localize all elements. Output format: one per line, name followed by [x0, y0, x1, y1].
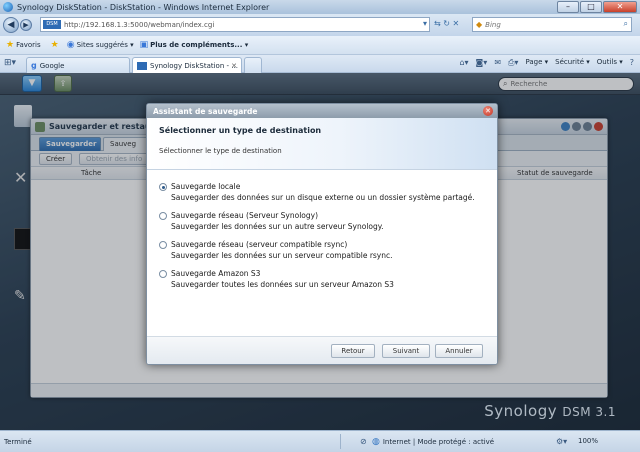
synology-brand-logo: Synology DSM 3.1	[484, 402, 616, 420]
ie-title-bar: Synology DiskStation - DiskStation - Win…	[0, 0, 640, 14]
command-bar: ⌂▾ ◙▾ ✉ ⎙▾ Page ▾ Sécurité ▾ Outils ▾ ?	[459, 58, 634, 68]
zone-text: Internet | Mode protégé : activé	[382, 438, 495, 446]
search-icon[interactable]: ⌕	[624, 19, 628, 29]
back-button[interactable]: Retour	[331, 344, 375, 358]
option-label: Sauvegarde locale	[171, 182, 241, 191]
add-favorite-button[interactable]: ★	[51, 40, 61, 50]
option-label: Sauvegarde réseau (Serveur Synology)	[171, 211, 319, 220]
security-menu[interactable]: Sécurité ▾	[555, 58, 590, 68]
back-button[interactable]: ◀	[3, 17, 19, 33]
address-toolbar: ◀ ▶ DSM http://192.168.1.3:5000/webman/i…	[0, 14, 640, 36]
radio-local-backup[interactable]	[159, 183, 167, 191]
feeds-icon[interactable]: ◙▾	[476, 58, 488, 68]
radio-network-rsync[interactable]	[159, 241, 167, 249]
page-menu[interactable]: Page ▾	[525, 58, 548, 68]
tools-menu[interactable]: Outils ▾	[597, 58, 623, 68]
bing-search-input[interactable]	[485, 20, 606, 29]
radio-amazon-s3[interactable]	[159, 270, 167, 278]
mail-icon[interactable]: ✉	[494, 58, 501, 68]
wizard-subheading: Sélectionner le type de destination	[159, 147, 282, 155]
add-favorite-icon: ★	[50, 40, 59, 50]
status-text: Terminé	[4, 438, 32, 446]
tab-bar: ⊞▾ g Google Synology DiskStation - ... ✕…	[0, 55, 640, 73]
globe-icon: ◍	[372, 437, 380, 447]
address-url[interactable]: http://192.168.1.3:5000/webman/index.cgi	[64, 21, 214, 29]
synology-favicon-icon	[137, 61, 147, 70]
dsm-desktop: ▼ ⇪ ⌕ ✕ ✎ Sauvegarder et restaurer Sauve…	[0, 73, 640, 430]
next-button[interactable]: Suivant	[382, 344, 430, 358]
home-icon[interactable]: ⌂▾	[459, 58, 468, 68]
security-zone[interactable]: ◍ Internet | Mode protégé : activé	[372, 437, 494, 447]
backup-wizard-dialog: Assistant de sauvegarde ✕ Sélectionner u…	[146, 103, 498, 365]
page-settings-icon[interactable]: ⚙▾	[556, 437, 567, 446]
new-tab-button[interactable]	[244, 57, 262, 73]
brand-version: DSM 3.1	[562, 405, 616, 419]
wizard-close-icon[interactable]: ✕	[483, 106, 493, 116]
option-desc: Sauvegarder toutes les données sur un se…	[171, 280, 394, 289]
tab-google[interactable]: g Google	[26, 57, 130, 73]
tab-label: Synology DiskStation - ...	[150, 61, 238, 70]
bing-icon: ◆	[476, 20, 483, 29]
status-separator	[340, 434, 341, 449]
window-close-button[interactable]: ✕	[603, 1, 637, 13]
more-addons-link[interactable]: ▣ Plus de compléments... ▾	[140, 40, 249, 50]
print-icon[interactable]: ⎙▾	[508, 58, 518, 68]
option-label: Sauvegarde Amazon S3	[171, 269, 261, 278]
option-local-backup[interactable]: Sauvegarde locale Sauvegarder des donnée…	[159, 182, 475, 211]
suggested-sites-link[interactable]: ◉ Sites suggérés ▾	[67, 40, 134, 50]
wizard-heading: Sélectionner un type de destination	[159, 126, 322, 135]
tab-synology[interactable]: Synology DiskStation - ... ✕	[132, 57, 242, 73]
site-favicon-icon: DSM	[43, 20, 61, 29]
wizard-title: Assistant de sauvegarde	[153, 106, 258, 116]
popup-blocker-icon[interactable]: ⊘	[360, 437, 367, 446]
window-controls: – □ ✕	[557, 1, 637, 13]
minimize-button[interactable]: –	[557, 1, 579, 13]
addons-icon: ▣	[139, 40, 149, 50]
favorites-bar: ★ Favoris ★ ◉ Sites suggérés ▾ ▣ Plus de…	[0, 36, 640, 55]
more-addons-label: Plus de compléments... ▾	[150, 41, 249, 49]
option-label: Sauvegarde réseau (serveur compatible rs…	[171, 240, 348, 249]
destination-options: Sauvegarde locale Sauvegarder des donnée…	[159, 182, 475, 298]
forward-button[interactable]: ▶	[20, 19, 32, 31]
favorites-button[interactable]: ★ Favoris	[6, 40, 41, 50]
maximize-button[interactable]: □	[580, 1, 602, 13]
address-dropdown-icon[interactable]: ▾	[423, 19, 427, 28]
radio-network-synology[interactable]	[159, 212, 167, 220]
address-field[interactable]: DSM http://192.168.1.3:5000/webman/index…	[40, 17, 430, 32]
ie-logo-icon	[3, 2, 13, 12]
option-desc: Sauvegarder les données sur un autre ser…	[171, 222, 384, 231]
option-desc: Sauvegarder des données sur un disque ex…	[171, 193, 475, 202]
option-network-synology[interactable]: Sauvegarde réseau (Serveur Synology) Sau…	[159, 211, 475, 240]
suggested-sites-label: Sites suggérés ▾	[76, 41, 134, 49]
wizard-footer: Retour Suivant Annuler	[147, 336, 497, 364]
wizard-header: Assistant de sauvegarde	[147, 104, 497, 118]
suggested-sites-icon: ◉	[66, 40, 75, 50]
option-network-rsync[interactable]: Sauvegarde réseau (serveur compatible rs…	[159, 240, 475, 269]
favorites-label: Favoris	[16, 41, 41, 49]
star-icon: ★	[6, 40, 15, 50]
zoom-level[interactable]: 100%	[578, 437, 598, 445]
ie-status-bar: Terminé ⊘ ◍ Internet | Mode protégé : ac…	[0, 430, 640, 452]
help-icon[interactable]: ?	[630, 58, 634, 68]
tab-label: Google	[39, 61, 65, 70]
option-desc: Sauvegarder les données sur un serveur c…	[171, 251, 393, 260]
cancel-button[interactable]: Annuler	[435, 344, 483, 358]
bing-search-box[interactable]: ◆ ⌕	[472, 17, 632, 32]
option-amazon-s3[interactable]: Sauvegarde Amazon S3 Sauvegarder toutes …	[159, 269, 475, 298]
quick-tabs-icon[interactable]: ⊞▾	[4, 58, 16, 68]
wizard-banner: Sélectionner un type de destination Séle…	[147, 118, 497, 170]
google-icon: g	[31, 61, 37, 70]
window-title: Synology DiskStation - DiskStation - Win…	[17, 2, 270, 12]
refresh-stop-icons[interactable]: ⇆ ↻ ✕	[434, 19, 459, 28]
brand-name: Synology	[484, 402, 558, 420]
close-tab-icon[interactable]: ✕	[231, 62, 237, 70]
